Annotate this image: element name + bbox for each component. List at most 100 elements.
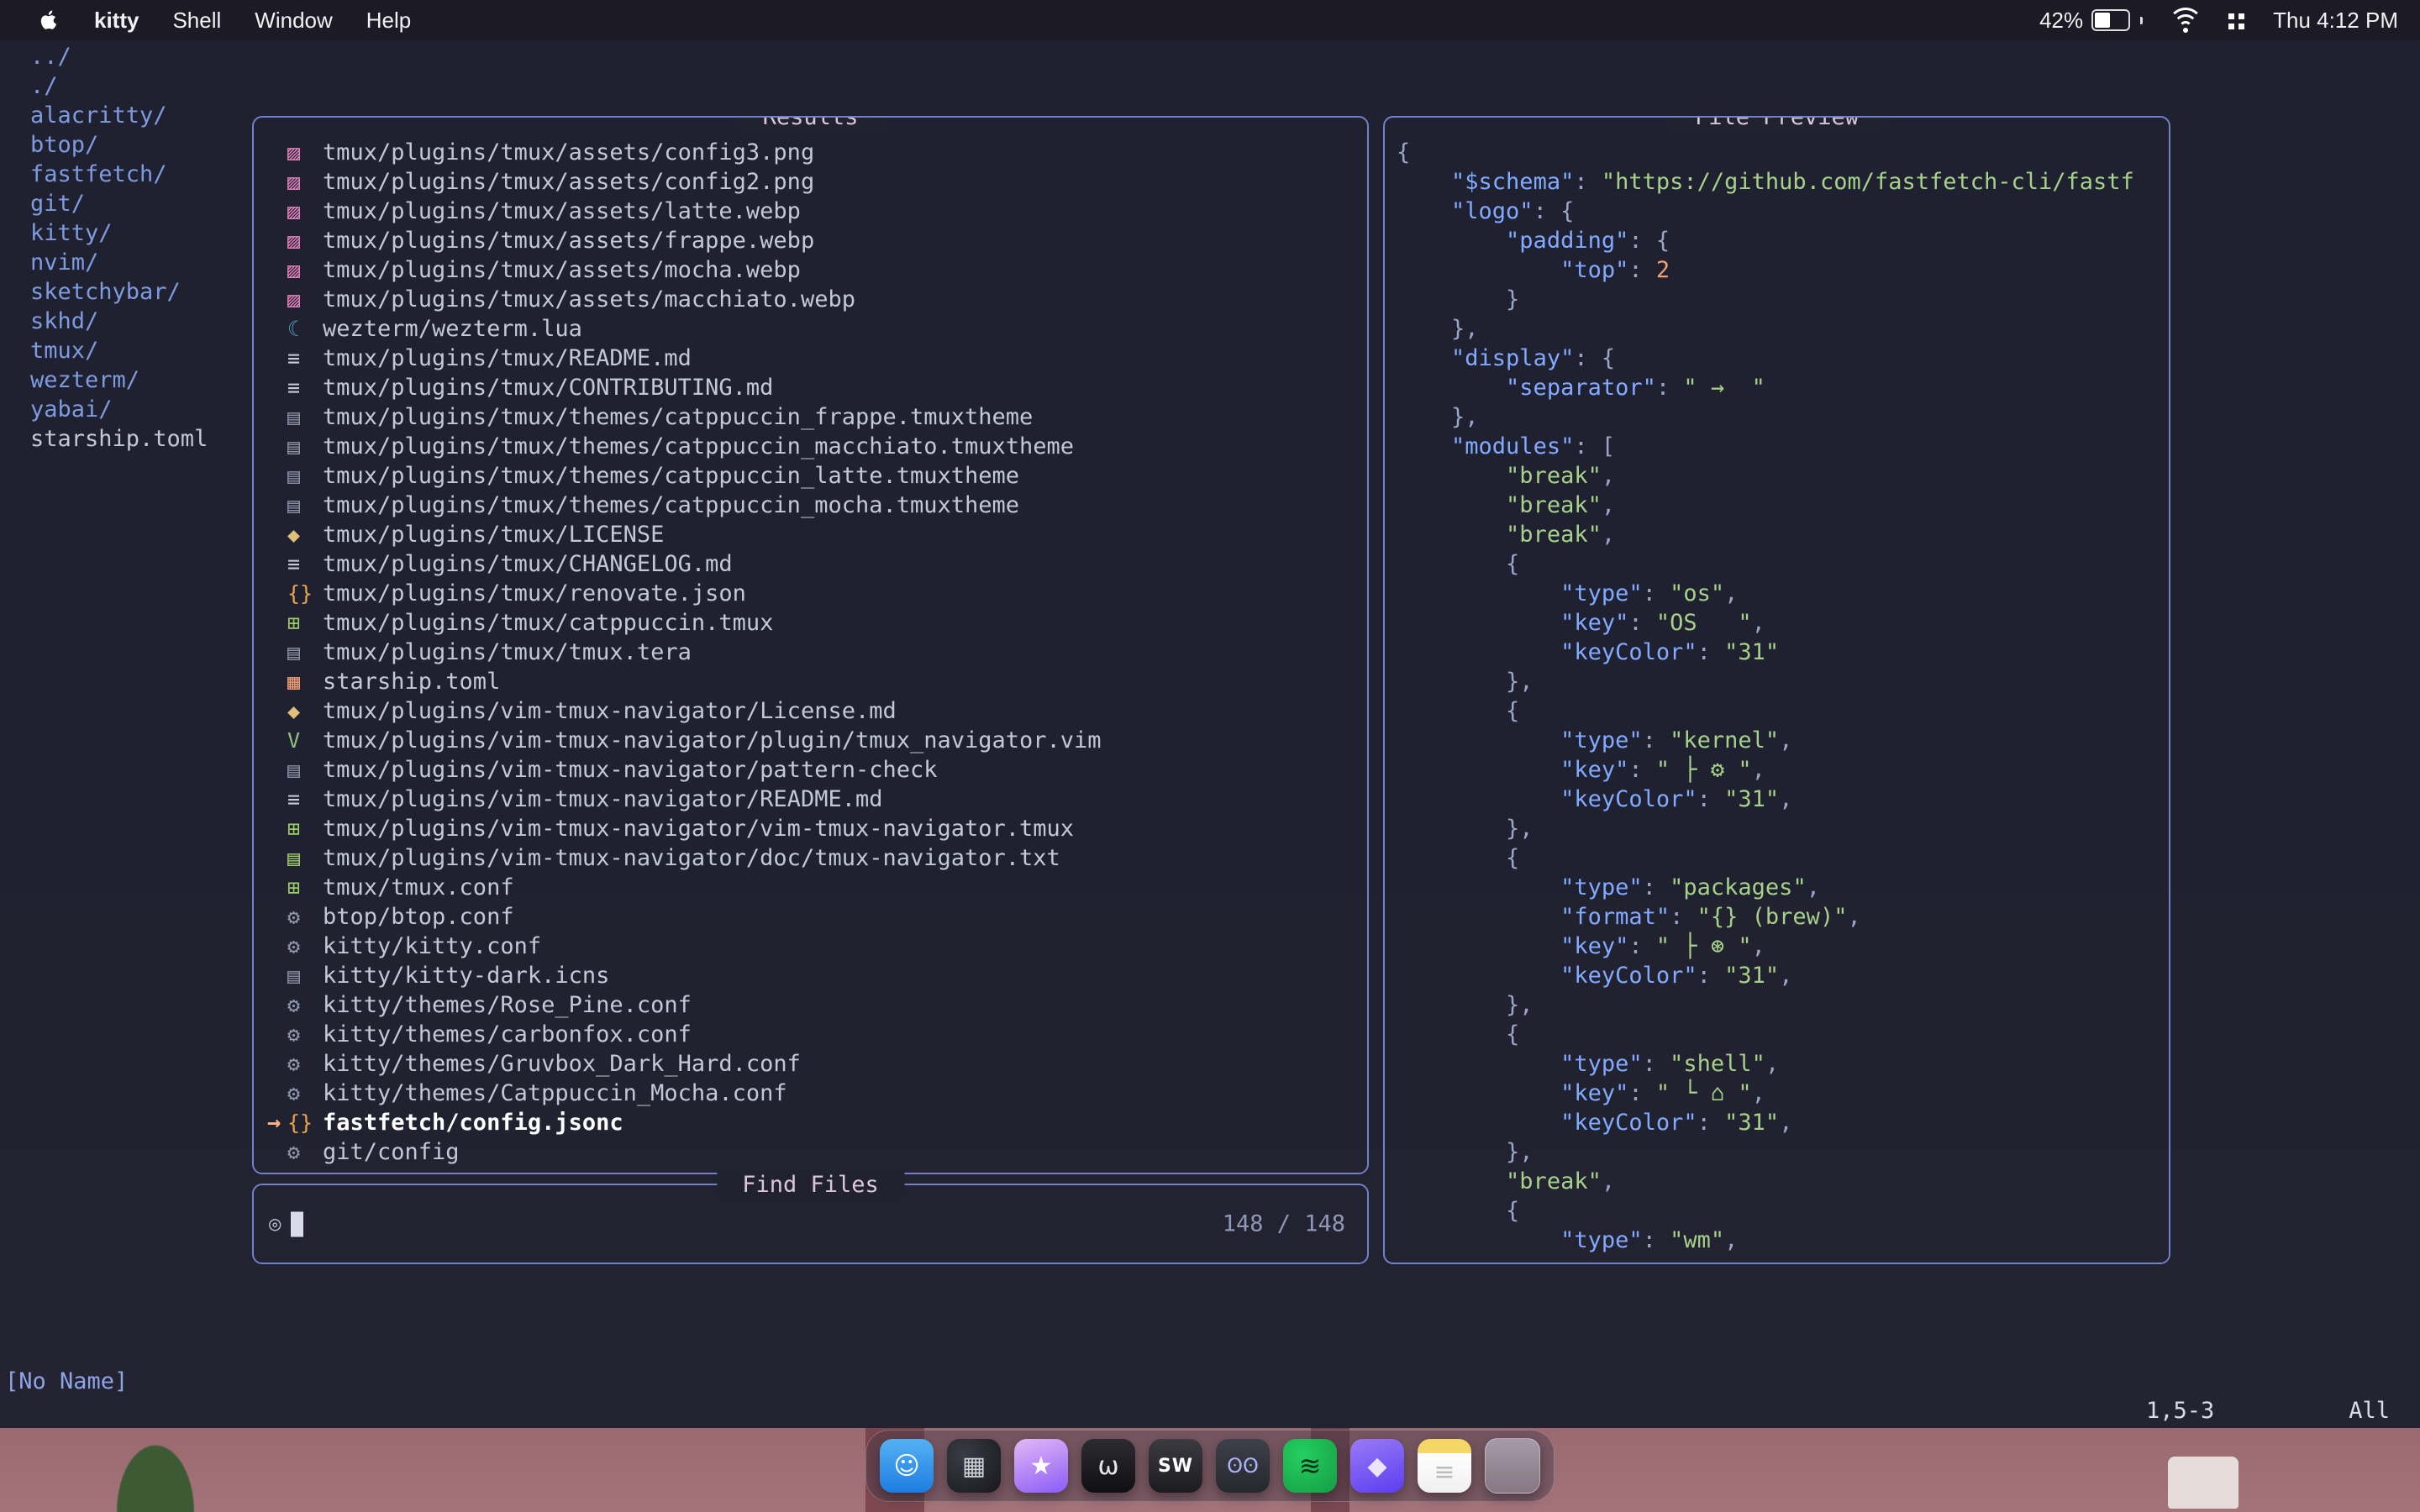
license-file-icon: ◆ <box>287 520 323 549</box>
dock-discord-icon[interactable]: ʘʘ <box>1216 1439 1270 1493</box>
preview-line: }, <box>1397 814 2169 843</box>
dock-obsidian-icon[interactable]: ◆ <box>1350 1439 1404 1493</box>
result-row[interactable]: ▨tmux/plugins/tmux/assets/latte.webp <box>260 197 1367 226</box>
preview-line: }, <box>1397 402 2169 432</box>
result-row[interactable]: →{}fastfetch/config.jsonc <box>260 1108 1367 1137</box>
result-row[interactable]: ▤tmux/plugins/tmux/themes/catppuccin_fra… <box>260 402 1367 432</box>
app-menu-kitty[interactable]: kitty <box>94 8 139 34</box>
result-row[interactable]: ⊞tmux/tmux.conf <box>260 873 1367 902</box>
menu-extras-icon[interactable] <box>2228 13 2234 19</box>
wallpaper-vase <box>2168 1457 2238 1509</box>
dock-trash-icon[interactable] <box>1485 1438 1540 1494</box>
wifi-icon[interactable] <box>2170 8 2202 33</box>
sidebar-item-tmux[interactable]: tmux/ <box>30 336 208 365</box>
result-row[interactable]: ⚙kitty/themes/Rose_Pine.conf <box>260 990 1367 1020</box>
selection-arrow-icon <box>260 344 287 373</box>
dock-launchpad-icon[interactable]: ▦ <box>947 1439 1001 1493</box>
menu-help[interactable]: Help <box>366 8 411 34</box>
dock-spotify-icon[interactable]: ≋ <box>1283 1439 1337 1493</box>
result-row[interactable]: Vtmux/plugins/vim-tmux-navigator/plugin/… <box>260 726 1367 755</box>
find-files-input[interactable]: ◎ <box>269 1210 303 1239</box>
preview-line: "type": "wm", <box>1397 1226 2169 1255</box>
scroll-indicator: All <box>2349 1396 2390 1425</box>
dock-finder-icon[interactable]: ☺ <box>880 1439 934 1493</box>
result-row[interactable]: ▦starship.toml <box>260 667 1367 696</box>
sidebar-item-nvim[interactable]: nvim/ <box>30 248 208 277</box>
result-row[interactable]: ▨tmux/plugins/tmux/assets/config2.png <box>260 167 1367 197</box>
preview-line: "keyColor": "31", <box>1397 961 2169 990</box>
dock-utility-app-icon[interactable]: SW <box>1149 1439 1202 1493</box>
dock: ☺▦★ω SW ʘʘ≋◆ ≡ <box>865 1430 1555 1502</box>
menu-shell[interactable]: Shell <box>172 8 221 34</box>
result-row[interactable]: ◆tmux/plugins/vim-tmux-navigator/License… <box>260 696 1367 726</box>
result-counter: 148 / 148 <box>1223 1210 1345 1239</box>
result-row[interactable]: ≡tmux/plugins/tmux/CHANGELOG.md <box>260 549 1367 579</box>
result-row[interactable]: ☾wezterm/wezterm.lua <box>260 314 1367 344</box>
menu-window[interactable]: Window <box>255 8 332 34</box>
result-row[interactable]: ⚙kitty/kitty.conf <box>260 932 1367 961</box>
result-row[interactable]: ▤tmux/plugins/tmux/themes/catppuccin_moc… <box>260 491 1367 520</box>
sidebar-item-..[interactable]: ../ <box>30 42 208 71</box>
file-preview-panel: File Preview { "$schema": "https://githu… <box>1383 116 2170 1264</box>
result-row[interactable]: ⚙kitty/themes/carbonfox.conf <box>260 1020 1367 1049</box>
selection-arrow-icon <box>260 1020 287 1049</box>
doc-file-icon: ▤ <box>287 402 323 432</box>
sidebar-item-wezterm[interactable]: wezterm/ <box>30 365 208 395</box>
sidebar-item-fastfetch[interactable]: fastfetch/ <box>30 160 208 189</box>
result-row[interactable]: {}tmux/plugins/tmux/renovate.json <box>260 579 1367 608</box>
result-text: tmux/plugins/tmux/themes/catppuccin_macc… <box>323 432 1074 461</box>
sidebar-item-skhd[interactable]: skhd/ <box>30 307 208 336</box>
preview-line: } <box>1397 285 2169 314</box>
preview-line: "keyColor": "31", <box>1397 1108 2169 1137</box>
tmux-file-icon: ⊞ <box>287 814 323 843</box>
result-row[interactable]: ⊞tmux/plugins/vim-tmux-navigator/vim-tmu… <box>260 814 1367 843</box>
result-row[interactable]: ▨tmux/plugins/tmux/assets/frappe.webp <box>260 226 1367 255</box>
dock-purple-app-icon[interactable]: ★ <box>1014 1439 1068 1493</box>
dock-notes-icon[interactable]: ≡ <box>1418 1439 1471 1493</box>
selection-arrow-icon <box>260 667 287 696</box>
result-row[interactable]: ▨tmux/plugins/tmux/assets/config3.png <box>260 138 1367 167</box>
toml-file-icon: ▦ <box>287 667 323 696</box>
result-row[interactable]: ⚙btop/btop.conf <box>260 902 1367 932</box>
sidebar-item-.[interactable]: ./ <box>30 71 208 101</box>
result-row[interactable]: ▨tmux/plugins/tmux/assets/macchiato.webp <box>260 285 1367 314</box>
preview-content: { "$schema": "https://github.com/fastfet… <box>1385 118 2169 1255</box>
result-row[interactable]: ⚙kitty/themes/Catppuccin_Mocha.conf <box>260 1079 1367 1108</box>
sidebar-item-yabai[interactable]: yabai/ <box>30 395 208 424</box>
sidebar-item-kitty[interactable]: kitty/ <box>30 218 208 248</box>
result-row[interactable]: ⊞tmux/plugins/tmux/catppuccin.tmux <box>260 608 1367 638</box>
result-row[interactable]: ▤kitty/kitty-dark.icns <box>260 961 1367 990</box>
selection-arrow-icon <box>260 932 287 961</box>
result-row[interactable]: ▤tmux/plugins/tmux/themes/catppuccin_mac… <box>260 432 1367 461</box>
result-row[interactable]: ⚙kitty/themes/Gruvbox_Dark_Hard.conf <box>260 1049 1367 1079</box>
sidebar-item-btop[interactable]: btop/ <box>30 130 208 160</box>
result-text: tmux/plugins/tmux/assets/config2.png <box>323 167 814 197</box>
battery-percent: 42% <box>2039 8 2083 34</box>
result-row[interactable]: ▤tmux/plugins/vim-tmux-navigator/doc/tmu… <box>260 843 1367 873</box>
result-row[interactable]: ▤tmux/plugins/tmux/tmux.tera <box>260 638 1367 667</box>
dock-kitty-icon[interactable]: ω <box>1081 1439 1135 1493</box>
preview-line: "logo": { <box>1397 197 2169 226</box>
result-row[interactable]: ≡tmux/plugins/tmux/README.md <box>260 344 1367 373</box>
image-file-icon: ▨ <box>287 226 323 255</box>
preview-line: "type": "kernel", <box>1397 726 2169 755</box>
sidebar-item-sketchybar[interactable]: sketchybar/ <box>30 277 208 307</box>
menu-clock[interactable]: Thu 4:12 PM <box>2273 8 2398 34</box>
result-row[interactable]: ≡tmux/plugins/vim-tmux-navigator/README.… <box>260 785 1367 814</box>
result-row[interactable]: ▤tmux/plugins/tmux/themes/catppuccin_lat… <box>260 461 1367 491</box>
sidebar-item-git[interactable]: git/ <box>30 189 208 218</box>
apple-menu-icon[interactable] <box>39 8 60 33</box>
battery-status[interactable]: 42% <box>2039 8 2143 34</box>
result-text: tmux/plugins/tmux/assets/mocha.webp <box>323 255 801 285</box>
result-row[interactable]: ◆tmux/plugins/tmux/LICENSE <box>260 520 1367 549</box>
selection-arrow-icon <box>260 549 287 579</box>
preview-line: "break", <box>1397 1167 2169 1196</box>
result-row[interactable]: ▤tmux/plugins/vim-tmux-navigator/pattern… <box>260 755 1367 785</box>
result-row[interactable]: ▨tmux/plugins/tmux/assets/mocha.webp <box>260 255 1367 285</box>
sidebar-item-alacritty[interactable]: alacritty/ <box>30 101 208 130</box>
result-row[interactable]: ⚙git/config <box>260 1137 1367 1167</box>
sidebar-item-starship.toml[interactable]: starship.toml <box>30 424 208 454</box>
result-row[interactable]: ≡tmux/plugins/tmux/CONTRIBUTING.md <box>260 373 1367 402</box>
selection-arrow-icon <box>260 902 287 932</box>
result-text: git/config <box>323 1137 460 1167</box>
